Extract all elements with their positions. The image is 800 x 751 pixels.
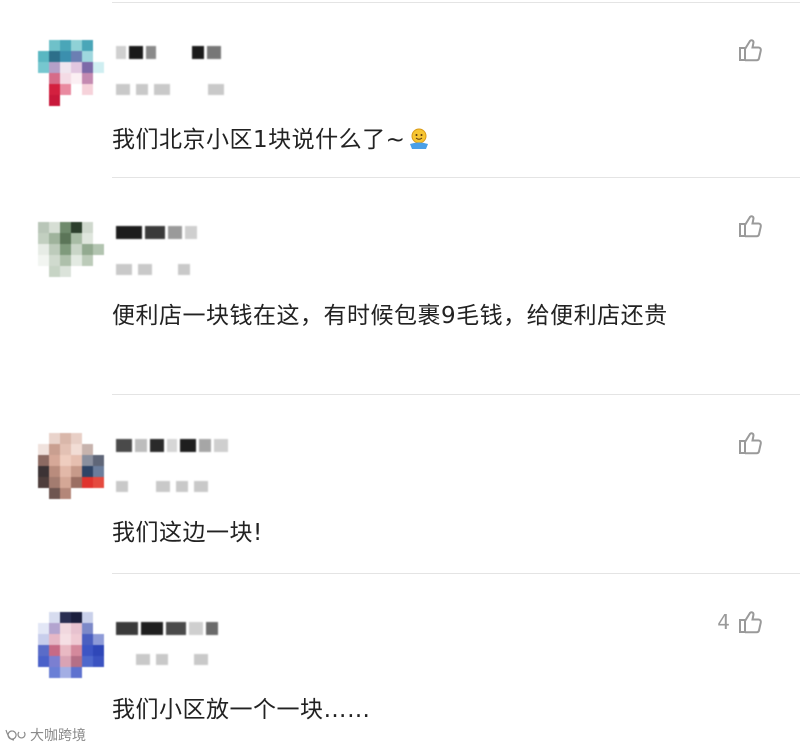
thumbs-up-icon <box>736 429 764 457</box>
watermark: 大咖跨境 <box>4 725 86 745</box>
like-button[interactable] <box>730 212 764 240</box>
divider <box>112 2 800 3</box>
avatar[interactable] <box>38 612 104 678</box>
smiley-shrug-emoji-icon <box>410 128 429 149</box>
like-count: 4 <box>717 610 730 634</box>
comment-meta-blurred <box>116 481 208 492</box>
comment-text: 我们这边一块! <box>112 520 263 546</box>
avatar[interactable] <box>38 40 104 106</box>
comment-text: 我们北京小区1块说什么了~ <box>112 122 772 158</box>
avatar[interactable] <box>38 222 104 288</box>
username-blurred[interactable] <box>116 439 228 452</box>
comment-meta-blurred <box>116 84 224 95</box>
avatar[interactable] <box>38 433 104 499</box>
divider <box>112 394 800 395</box>
thumbs-up-icon <box>736 212 764 240</box>
like-button[interactable]: 4 <box>717 608 764 636</box>
comment-meta-blurred <box>116 264 190 275</box>
watermark-text: 大咖跨境 <box>30 728 86 744</box>
username-blurred[interactable] <box>116 226 197 239</box>
comment-text: 我们小区放一个一块…… <box>112 697 371 723</box>
thumbs-up-icon <box>736 608 764 636</box>
comment-text: 便利店一块钱在这，有时候包裹9毛钱，给便利店还贵 <box>112 303 668 329</box>
watermark-logo-icon <box>5 729 26 741</box>
username-blurred[interactable] <box>116 622 218 635</box>
comment-list: 我们北京小区1块说什么了~ 便利店一块钱在这，有时候包裹9毛钱，给便利店还贵 我… <box>0 0 800 751</box>
like-button[interactable] <box>730 36 764 64</box>
divider <box>112 573 800 574</box>
like-button[interactable] <box>730 429 764 457</box>
comment-meta-blurred <box>116 654 208 665</box>
username-blurred[interactable] <box>116 46 221 59</box>
divider <box>112 177 800 178</box>
thumbs-up-icon <box>736 36 764 64</box>
